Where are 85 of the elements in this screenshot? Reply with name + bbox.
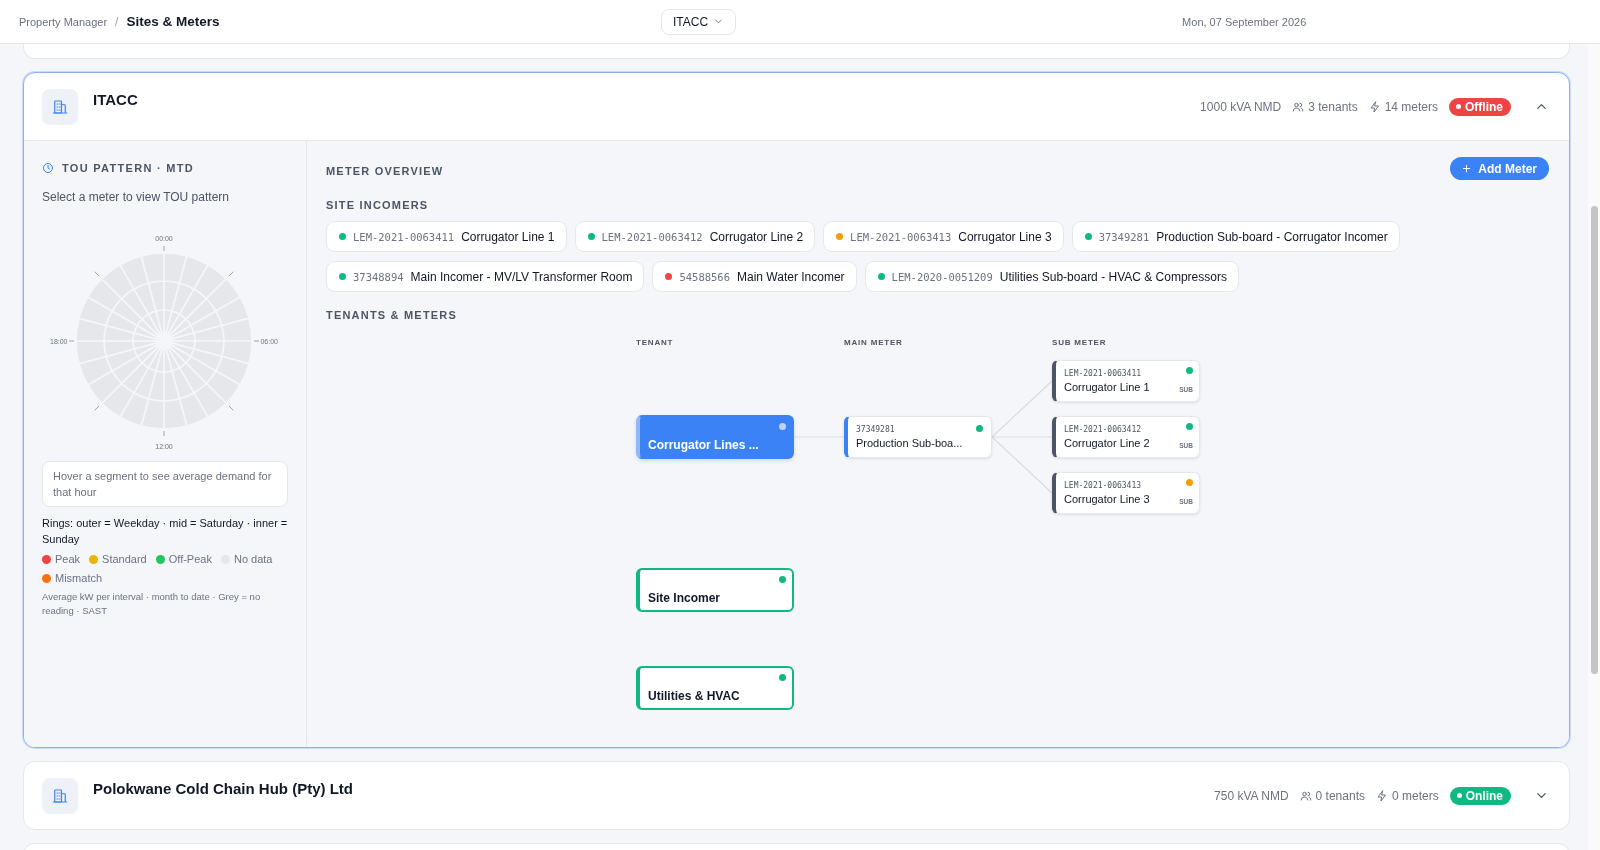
meter-name: Corrugator Line 1 (1064, 381, 1150, 393)
meter-name: Corrugator Line 2 (1064, 437, 1150, 449)
column-header: MAIN METER (844, 338, 903, 347)
meter-chip[interactable]: 54588566 Main Water Incomer (652, 261, 857, 292)
section-title: TENANTS & METERS (326, 309, 459, 321)
meter-name: Corrugator Line 3 (958, 229, 1052, 244)
clock-icon (42, 162, 54, 174)
meter-node[interactable]: 37349281 Production Sub-boa... (844, 416, 992, 458)
plus-icon (1461, 163, 1473, 174)
meter-id: LEM-2021-0063411 (1064, 369, 1142, 378)
building-icon (51, 97, 69, 116)
tenant-name: Utilities & HVAC (648, 689, 740, 703)
meter-name: Production Sub-boa... (856, 437, 963, 449)
legend-label: Standard (102, 552, 147, 567)
tenant-name: Site Incomer (648, 591, 721, 605)
breadcrumb-separator: / (115, 15, 119, 29)
footnote: Average kW per interval · month to date · Grey = no reading · SAST (42, 590, 262, 618)
tenant-count: 0 tenants (1315, 788, 1365, 803)
meter-id: 37349281 (1098, 230, 1150, 243)
tick-mark (228, 405, 234, 411)
panel-subtitle: Select a meter to view TOU pattern (42, 190, 230, 204)
tenant-node[interactable]: Site Incomer (636, 568, 794, 612)
meter-chip[interactable]: LEM-2021-0063412 Corrugator Line 2 (574, 221, 816, 252)
page-title: Sites & Meters (126, 14, 220, 29)
section-title: METER OVERVIEW (326, 165, 444, 177)
meter-id: LEM-2021-0063413 (1064, 481, 1142, 490)
add-meter-button[interactable]: Add Meter (1450, 157, 1549, 180)
tick-mark (253, 340, 260, 342)
tenant-node[interactable]: Utilities & HVAC (636, 666, 794, 710)
tenant-count: 3 tenants (1308, 99, 1358, 114)
tick-mark (68, 340, 75, 342)
hint-box: Hover a segment to see average demand for that hour (42, 461, 288, 507)
status-badge: Online (1449, 786, 1511, 805)
capacity-text: 750 kVA NMD (1214, 788, 1289, 803)
meter-chip[interactable]: 37349281 Production Sub-board - Corrugator Incomer (1071, 221, 1400, 252)
bolt-icon (1368, 100, 1381, 113)
tick-mark (94, 405, 100, 411)
meter-name: Utilities Sub-board - HVAC & Compressors (999, 269, 1227, 284)
meter-id: 37348894 (353, 270, 404, 283)
tick-mark (228, 271, 234, 277)
meter-id: LEM-2021-0063411 (353, 230, 455, 243)
building-icon (51, 786, 69, 805)
meter-id: LEM-2021-0063412 (601, 230, 703, 243)
site-dropdown[interactable]: ITACC (661, 8, 737, 35)
rings-note: Rings: outer = Weekday · mid = Saturday · inner = Sunday (42, 516, 288, 547)
status-badge: Offline (1449, 97, 1511, 116)
meter-chip[interactable]: LEM-2021-0063413 Corrugator Line 3 (823, 221, 1064, 252)
tick-mark (163, 430, 165, 437)
tenant-name: Corrugator Lines ... (648, 438, 759, 452)
meter-count: 0 meters (1391, 788, 1439, 803)
section-title: SITE INCOMERS (326, 199, 430, 211)
meter-id: 37349281 (856, 425, 895, 434)
people-icon (1299, 789, 1312, 802)
column-header: TENANT (636, 338, 674, 347)
legend-label: No data (233, 552, 273, 567)
tick-mark (163, 245, 165, 252)
meter-name: Production Sub-board - Corrugator Incomer (1156, 229, 1388, 244)
meter-name: Corrugator Line 3 (1064, 493, 1150, 505)
bolt-icon (1375, 789, 1388, 802)
legend-label: Mismatch (55, 571, 103, 586)
column-header: SUB METER (1052, 338, 1107, 347)
tenant-node[interactable]: Corrugator Lines ... (636, 415, 794, 459)
meter-id: 54588566 (679, 270, 730, 283)
date-text: Mon, 07 September 2026 (1182, 15, 1307, 28)
breadcrumb-link[interactable]: Property Manager (19, 16, 108, 28)
meter-name: Main Incomer - MV/LV Transformer Room (410, 269, 633, 284)
meter-chip[interactable]: LEM-2021-0063411 Corrugator Line 1 (326, 221, 567, 252)
meter-count: 14 meters (1384, 99, 1438, 114)
meter-chip[interactable]: LEM-2020-0051209 Utilities Sub-board - HVAC & Compressors (864, 261, 1239, 292)
capacity-text: 1000 kVA NMD (1200, 99, 1282, 114)
meter-id: LEM-2020-0051209 (891, 270, 993, 283)
meter-name: Corrugator Line 1 (461, 229, 555, 244)
meter-name: Corrugator Line 2 (709, 229, 804, 244)
scrollbar-thumb[interactable] (1591, 206, 1598, 674)
site-name: Polokwane Cold Chain Hub (Pty) Ltd (93, 780, 353, 797)
meter-id: LEM-2021-0063412 (1064, 425, 1142, 434)
site-name: ITACC (93, 91, 138, 108)
panel-title: TOU PATTERN · MTD (62, 162, 195, 174)
legend-label: Off-Peak (168, 552, 212, 567)
people-icon (1292, 100, 1305, 113)
meter-id: LEM-2021-0063413 (850, 230, 952, 243)
meter-name: Main Water Incomer (737, 269, 845, 284)
meter-chip[interactable]: 37348894 Main Incomer - MV/LV Transformer Room (326, 261, 645, 292)
tick-mark (94, 271, 100, 277)
legend-label: Peak (55, 552, 81, 567)
